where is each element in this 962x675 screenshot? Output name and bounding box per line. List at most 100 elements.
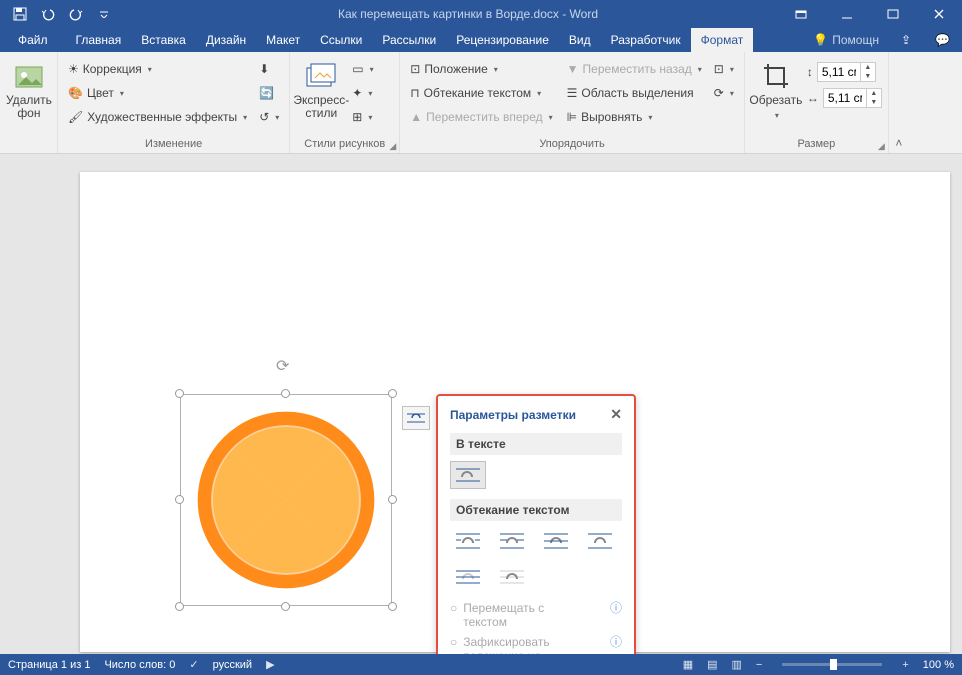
- width-icon: ↔: [807, 91, 819, 105]
- popup-close-button[interactable]: ✕: [610, 406, 622, 423]
- ribbon-display-button[interactable]: [778, 0, 824, 28]
- layout-options-button[interactable]: [402, 406, 430, 430]
- spellcheck-button[interactable]: ✓: [189, 658, 198, 671]
- size-launcher[interactable]: ◢: [878, 141, 885, 152]
- tab-view[interactable]: Вид: [559, 28, 601, 52]
- tab-review[interactable]: Рецензирование: [446, 28, 559, 52]
- border-icon: ▭: [352, 62, 363, 76]
- print-layout-button[interactable]: ▤: [707, 658, 717, 671]
- tab-mailings[interactable]: Рассылки: [372, 28, 446, 52]
- rotate-button[interactable]: ⟳▾: [710, 82, 738, 104]
- window-controls: [778, 0, 962, 28]
- resize-handle-tm[interactable]: [281, 389, 290, 398]
- zoom-out-button[interactable]: −: [756, 659, 762, 671]
- redo-button[interactable]: [62, 0, 90, 28]
- resize-handle-tl[interactable]: [175, 389, 184, 398]
- layout-options-icon: [406, 411, 426, 425]
- tab-insert[interactable]: Вставка: [131, 28, 196, 52]
- resize-handle-mr[interactable]: [388, 495, 397, 504]
- change-picture-button[interactable]: 🔄: [255, 82, 283, 104]
- minimize-button[interactable]: [824, 0, 870, 28]
- tab-developer[interactable]: Разработчик: [601, 28, 691, 52]
- zoom-level[interactable]: 100 %: [923, 659, 954, 671]
- ribbon-tabs: Файл Главная Вставка Дизайн Макет Ссылки…: [0, 28, 962, 52]
- zoom-in-button[interactable]: +: [902, 659, 908, 671]
- tab-layout[interactable]: Макет: [256, 28, 310, 52]
- change-picture-icon: 🔄: [259, 86, 274, 100]
- group-icon: ⊡: [714, 62, 724, 76]
- wrap-tight[interactable]: [494, 527, 530, 555]
- selection-pane-button[interactable]: ☰Область выделения: [563, 82, 706, 104]
- wrap-square[interactable]: [450, 527, 486, 555]
- bring-forward-button[interactable]: ▲Переместить вперед▾: [406, 106, 556, 128]
- save-button[interactable]: [6, 0, 34, 28]
- undo-button[interactable]: [34, 0, 62, 28]
- macro-button[interactable]: ▶: [266, 658, 274, 671]
- picture-border-button[interactable]: ▭▾: [348, 58, 377, 80]
- send-backward-button[interactable]: ▼Переместить назад▾: [563, 58, 706, 80]
- height-input[interactable]: ▲▼: [817, 62, 876, 82]
- zoom-slider[interactable]: [782, 663, 882, 666]
- picture-layout-button[interactable]: ⊞▾: [348, 106, 377, 128]
- collapse-ribbon-button[interactable]: ˄: [889, 52, 909, 154]
- comments-button[interactable]: 💬: [923, 28, 962, 52]
- arrange-group-label: Упорядочить: [406, 137, 738, 153]
- wrap-behind[interactable]: [450, 563, 486, 591]
- info-icon[interactable]: ⓘ: [610, 635, 622, 649]
- compress-pictures-button[interactable]: ⬇: [255, 58, 283, 80]
- align-icon: ⊫: [567, 110, 577, 124]
- tab-format[interactable]: Формат: [691, 28, 754, 52]
- tab-references[interactable]: Ссылки: [310, 28, 372, 52]
- language-status[interactable]: русский: [213, 659, 252, 671]
- wrap-through[interactable]: [538, 527, 574, 555]
- lightbulb-icon: 💡: [813, 33, 828, 47]
- wrap-front[interactable]: [494, 563, 530, 591]
- size-group-label: Размер: [751, 137, 882, 153]
- web-layout-button[interactable]: ▥: [732, 658, 742, 671]
- page-status[interactable]: Страница 1 из 1: [8, 659, 90, 671]
- align-button[interactable]: ⊫Выровнять▾: [563, 106, 706, 128]
- qat-customize-button[interactable]: [90, 0, 118, 28]
- crop-button[interactable]: Обрезать▾: [751, 56, 801, 137]
- brush-icon: 🖌: [68, 110, 83, 124]
- selected-image[interactable]: ⟳: [180, 394, 392, 606]
- wrap-topbottom[interactable]: [582, 527, 618, 555]
- resize-handle-ml[interactable]: [175, 495, 184, 504]
- artistic-effects-button[interactable]: 🖌Художественные эффекты▾: [64, 106, 251, 128]
- titlebar: Как перемещать картинки в Ворде.docx - W…: [0, 0, 962, 28]
- resize-handle-br[interactable]: [388, 602, 397, 611]
- resize-handle-bl[interactable]: [175, 602, 184, 611]
- tell-me[interactable]: 💡Помощн: [803, 28, 889, 52]
- picture-effects-button[interactable]: ✦▾: [348, 82, 377, 104]
- width-input[interactable]: ▲▼: [823, 88, 882, 108]
- resize-handle-bm[interactable]: [281, 602, 290, 611]
- statusbar: Страница 1 из 1 Число слов: 0 ✓ русский …: [0, 654, 962, 675]
- corrections-button[interactable]: ☀Коррекция▾: [64, 58, 251, 80]
- rotate-handle[interactable]: ⟳: [276, 356, 289, 376]
- share-button[interactable]: ⇪: [889, 28, 923, 52]
- styles-launcher[interactable]: ◢: [389, 141, 396, 152]
- picture-styles-button[interactable]: Экспресс- стили: [296, 56, 346, 137]
- adjust-group-label: Изменение: [64, 137, 283, 153]
- effects-icon: ✦: [352, 86, 362, 100]
- remove-background-button[interactable]: Удалить фон: [6, 56, 52, 137]
- position-button[interactable]: ⊡Положение▾: [406, 58, 556, 80]
- tab-file[interactable]: Файл: [0, 28, 66, 52]
- tab-design[interactable]: Дизайн: [196, 28, 256, 52]
- close-button[interactable]: [916, 0, 962, 28]
- read-mode-button[interactable]: ▦: [683, 658, 693, 671]
- compress-icon: ⬇: [259, 62, 269, 76]
- document-area: ⟳: [0, 154, 962, 654]
- resize-handle-tr[interactable]: [388, 389, 397, 398]
- group-button[interactable]: ⊡▾: [710, 58, 738, 80]
- reset-picture-button[interactable]: ↺▾: [255, 106, 283, 128]
- info-icon[interactable]: ⓘ: [610, 601, 622, 615]
- wrap-icon: ⊓: [410, 86, 419, 100]
- sun-icon: ☀: [68, 62, 79, 76]
- word-count[interactable]: Число слов: 0: [104, 659, 175, 671]
- wrap-text-button[interactable]: ⊓Обтекание текстом▾: [406, 82, 556, 104]
- tab-home[interactable]: Главная: [66, 28, 132, 52]
- wrap-inline[interactable]: [450, 461, 486, 489]
- color-button[interactable]: 🎨Цвет▾: [64, 82, 251, 104]
- maximize-button[interactable]: [870, 0, 916, 28]
